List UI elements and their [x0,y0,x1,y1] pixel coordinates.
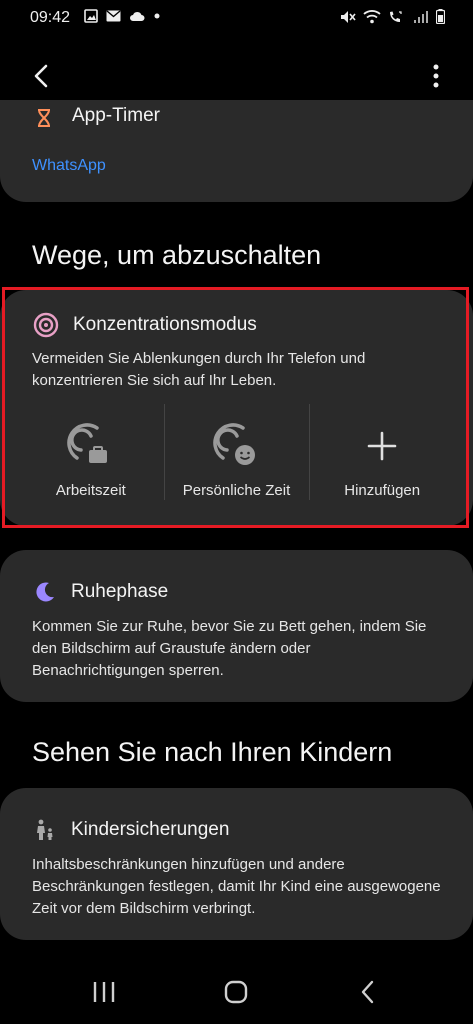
home-icon [224,980,248,1004]
home-button[interactable] [214,972,258,1012]
personal-focus-icon [212,423,255,465]
system-icons [340,9,445,24]
section-title-kids: Sehen Sie nach Ihren Kindern [32,737,393,767]
mode-add-label: Hinzufügen [344,482,421,499]
wifi-icon [363,9,381,23]
image-icon [84,9,98,23]
focus-modes: Arbeitszeit Persönliche Zeit Hinzufügen [18,402,455,506]
focus-mode-header[interactable]: Konzentrationsmodus [33,312,257,338]
call-signal-icon [390,10,402,22]
recent-apps-icon [93,982,115,1002]
app-timer-subtitle: WhatsApp [32,157,106,174]
signal-icon [414,10,428,23]
notification-icons [84,9,161,23]
mode-work[interactable]: Arbeitszeit [18,402,164,506]
recent-apps-button[interactable] [82,972,126,1012]
bedtime-description: Kommen Sie zur Ruhe, bevor Sie zu Bett g… [32,618,427,679]
focus-mode-card: Konzentrationsmodus Vermeiden Sie Ablenk… [0,290,473,526]
section-title-ways: Wege, um abzuschalten [32,240,322,270]
target-icon [33,312,59,338]
parental-controls-description: Inhaltsbeschränkungen hinzufügen und and… [32,856,441,917]
mode-add[interactable]: Hinzufügen [309,402,455,506]
work-focus-icon [67,423,107,463]
more-options-button[interactable] [425,60,447,92]
bedtime-title: Ruhephase [71,581,169,602]
nav-back-button[interactable] [346,972,390,1012]
parent-child-icon [37,819,53,840]
mail-icon [106,10,121,22]
mode-personal-label: Persönliche Zeit [182,482,291,499]
focus-mode-title: Konzentrationsmodus [73,314,257,335]
mode-personal[interactable]: Persönliche Zeit [163,402,310,506]
battery-icon [436,9,445,24]
parental-controls-card[interactable]: Kindersicherungen Inhaltsbeschränkungen … [0,788,473,940]
parental-controls-title: Kindersicherungen [71,819,230,840]
back-button[interactable] [26,60,58,92]
moon-icon [36,582,54,602]
more-vert-icon [433,64,439,88]
mute-icon [341,10,356,23]
mode-work-label: Arbeitszeit [55,482,126,499]
status-time: 09:42 [30,9,71,26]
bedtime-mode-card[interactable]: Ruhephase Kommen Sie zur Ruhe, bevor Sie… [0,550,473,702]
chevron-left-icon [34,64,48,88]
focus-mode-description: Vermeiden Sie Ablenkungen durch Ihr Tele… [32,350,366,389]
back-icon [361,980,374,1004]
status-bar: 09:42 [0,0,473,36]
app-bar [0,50,473,102]
navigation-bar [0,960,473,1024]
add-icon [367,431,397,461]
dot-icon [154,13,160,19]
cloud-icon [130,11,145,21]
